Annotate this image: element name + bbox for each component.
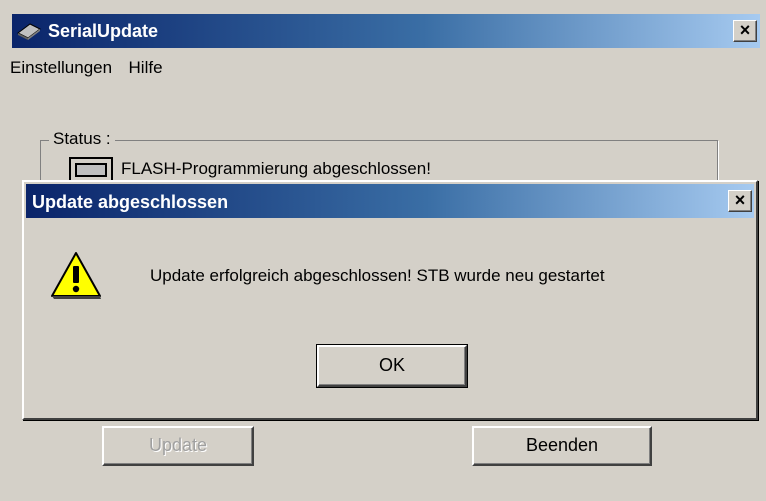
update-dialog: Update abgeschlossen × Update erfolgreic… — [22, 180, 758, 420]
main-window-title: SerialUpdate — [48, 21, 159, 41]
ok-button[interactable]: OK — [316, 344, 468, 388]
close-icon: × — [734, 190, 746, 210]
menu-bar: Einstellungen Hilfe — [10, 58, 175, 84]
menu-hilfe[interactable]: Hilfe — [129, 58, 163, 78]
dialog-titlebar[interactable]: Update abgeschlossen × — [26, 184, 754, 218]
ok-button-label: OK — [317, 345, 467, 387]
update-button[interactable]: Update — [102, 426, 254, 466]
main-close-button[interactable]: × — [733, 20, 757, 42]
dialog-message: Update erfolgreich abgeschlossen! STB wu… — [150, 266, 605, 285]
menu-einstellungen[interactable]: Einstellungen — [10, 58, 112, 78]
warning-icon — [51, 252, 101, 299]
chip-icon — [17, 23, 41, 40]
close-icon: × — [739, 20, 751, 40]
quit-button[interactable]: Beenden — [472, 426, 652, 466]
dialog-title: Update abgeschlossen — [32, 192, 229, 212]
main-titlebar[interactable]: SerialUpdate × — [12, 14, 760, 48]
status-text: FLASH-Programmierung abgeschlossen! — [121, 159, 431, 178]
dialog-close-button[interactable]: × — [728, 190, 752, 212]
status-group-label: Status : — [49, 129, 115, 149]
